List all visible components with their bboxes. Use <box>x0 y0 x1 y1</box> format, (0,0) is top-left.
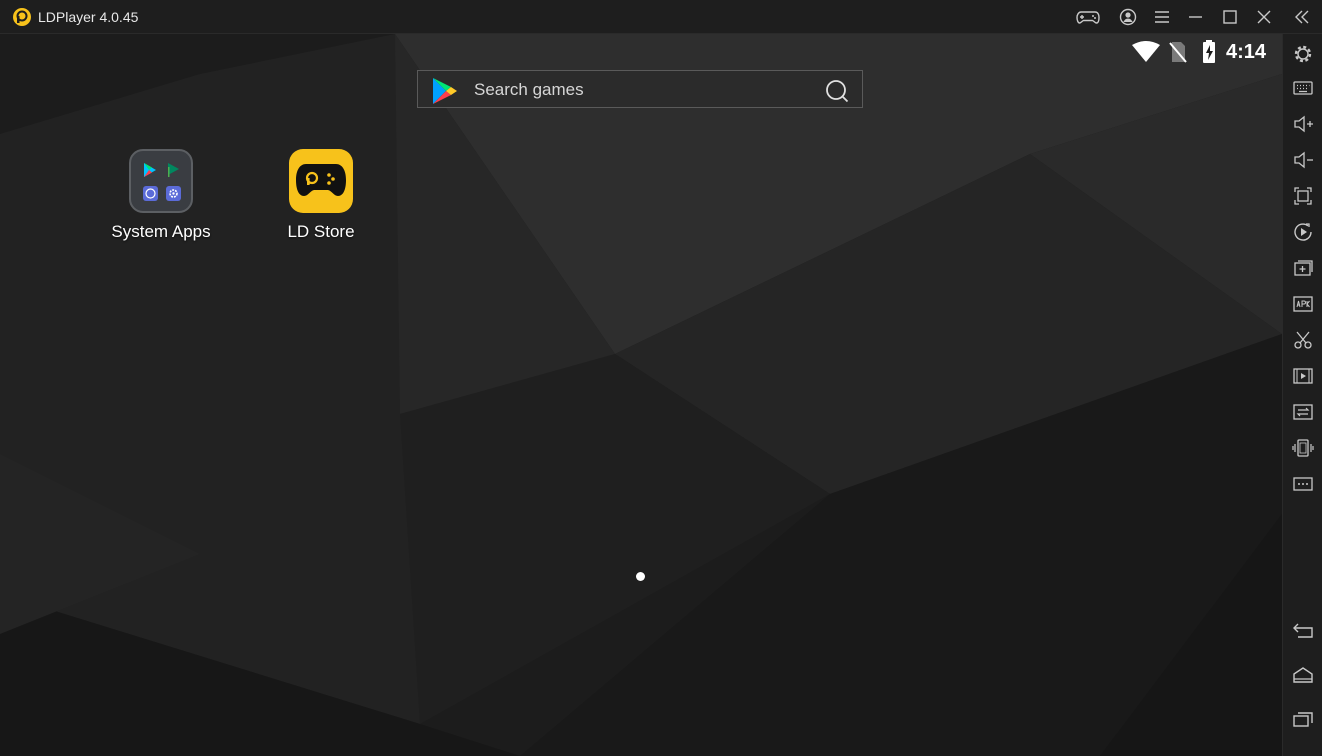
page-indicator-dot <box>636 572 645 581</box>
close-icon <box>1257 10 1271 24</box>
minimize-icon <box>1189 16 1202 18</box>
fullscreen-button[interactable] <box>1290 183 1316 209</box>
more-button[interactable] <box>1290 471 1316 497</box>
back-icon <box>1293 623 1313 638</box>
sync-icon <box>1293 404 1313 420</box>
title-bar: LDPlayer 4.0.45 <box>0 0 1322 34</box>
home-button[interactable] <box>1290 662 1316 688</box>
settings-button[interactable] <box>1290 41 1316 67</box>
operation-record-icon <box>1294 223 1312 241</box>
app-label: LD Store <box>287 222 355 241</box>
app-label: System Apps <box>111 222 211 241</box>
operation-record-button[interactable] <box>1290 219 1316 245</box>
volume-up-icon <box>1294 115 1313 133</box>
home-icon <box>1293 667 1313 683</box>
play-games-mini-icon <box>168 163 179 177</box>
close-button[interactable] <box>1251 4 1277 30</box>
search-placeholder: Search games <box>474 80 584 99</box>
volume-up-button[interactable] <box>1290 111 1316 137</box>
search-icon[interactable] <box>824 78 850 104</box>
app-ld-store[interactable]: LD Store <box>261 149 381 249</box>
wallpaper <box>0 34 1282 756</box>
no-sim-icon <box>1169 42 1187 63</box>
maximize-icon <box>1223 10 1237 24</box>
add-multi-instance-icon <box>1294 260 1313 276</box>
ldplayer-window: LDPlayer 4.0.45 4:14 Search games System… <box>0 0 1322 756</box>
install-apk-icon <box>1293 296 1313 312</box>
volume-down-button[interactable] <box>1290 147 1316 173</box>
maximize-button[interactable] <box>1217 4 1243 30</box>
recent-apps-button[interactable] <box>1290 706 1316 732</box>
settings-mini-icon <box>166 186 181 201</box>
collapse-sidebar-button[interactable] <box>1289 4 1315 30</box>
back-button[interactable] <box>1290 618 1316 644</box>
add-instance-button[interactable] <box>1290 255 1316 281</box>
system-apps-folder-icon <box>129 149 193 213</box>
battery-charging-icon <box>1203 40 1215 63</box>
gamepad-icon <box>1076 11 1100 24</box>
screenshot-button[interactable] <box>1290 327 1316 353</box>
keyboard-mapping-icon <box>1293 81 1313 95</box>
install-apk-button[interactable] <box>1290 291 1316 317</box>
ld-store-icon <box>289 149 353 213</box>
settings-icon <box>1294 45 1312 63</box>
minimize-button[interactable] <box>1183 4 1209 30</box>
screenshot-icon <box>1294 331 1312 349</box>
record-video-button[interactable] <box>1290 363 1316 389</box>
wifi-icon <box>1132 41 1160 62</box>
menu-icon <box>1155 11 1169 23</box>
record-video-icon <box>1293 368 1313 384</box>
fullscreen-icon <box>1294 187 1312 205</box>
menu-button[interactable] <box>1149 4 1175 30</box>
android-screen[interactable]: 4:14 Search games System Apps LD Store <box>0 34 1282 756</box>
google-play-icon <box>433 78 457 104</box>
gamepad-button[interactable] <box>1075 4 1101 30</box>
app-system-apps[interactable]: System Apps <box>101 149 221 249</box>
browser-mini-icon <box>143 186 158 201</box>
account-button[interactable] <box>1115 4 1141 30</box>
collapse-sidebar-icon <box>1295 10 1309 24</box>
ldplayer-logo-icon <box>13 8 31 26</box>
sync-button[interactable] <box>1290 399 1316 425</box>
window-title: LDPlayer 4.0.45 <box>38 9 139 25</box>
shake-button[interactable] <box>1290 435 1316 461</box>
shake-icon <box>1292 439 1314 457</box>
search-games-bar[interactable]: Search games <box>417 70 863 108</box>
right-toolbar <box>1282 34 1322 756</box>
keyboard-mapping-button[interactable] <box>1290 75 1316 101</box>
account-icon <box>1119 8 1137 26</box>
play-store-mini-icon <box>144 163 156 177</box>
recent-apps-icon <box>1293 712 1313 727</box>
volume-down-icon <box>1294 151 1313 169</box>
more-icon <box>1293 477 1313 491</box>
status-clock: 4:14 <box>1226 41 1267 63</box>
